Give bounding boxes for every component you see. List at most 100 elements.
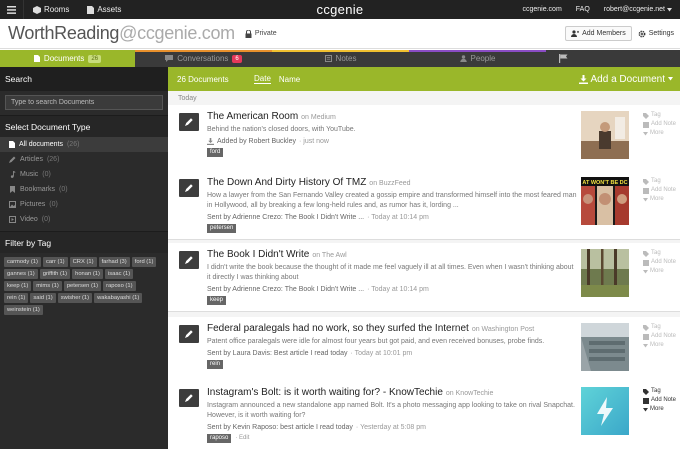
- tag-action[interactable]: Tag: [643, 387, 680, 396]
- tab-documents[interactable]: Documents 26: [0, 50, 135, 67]
- type-video[interactable]: Video (0): [0, 212, 168, 227]
- tag-chip[interactable]: honan (1): [72, 269, 103, 279]
- chevron-down-icon: [643, 343, 648, 347]
- pen-icon: [179, 251, 199, 269]
- sort-by-name[interactable]: Name: [279, 75, 300, 84]
- person-icon: [459, 55, 467, 62]
- type-bookmarks[interactable]: Bookmarks (0): [0, 182, 168, 197]
- add-note-action[interactable]: Add Note: [643, 396, 680, 405]
- flag-icon: [558, 54, 567, 63]
- chevron-down-icon: [667, 7, 672, 11]
- document-icon: [33, 55, 40, 62]
- document-card[interactable]: The Book I Didn't Write on The Awl I didn…: [168, 243, 680, 312]
- add-note-action[interactable]: Add Note: [643, 120, 680, 129]
- more-action[interactable]: More: [643, 195, 680, 204]
- pen-icon: [179, 325, 199, 343]
- type-pictures[interactable]: Pictures (0): [0, 197, 168, 212]
- tag-action-label: Tag: [651, 388, 661, 394]
- document-tag[interactable]: raposo: [207, 434, 232, 443]
- tab-notes[interactable]: Notes: [272, 50, 409, 67]
- document-title[interactable]: The Down And Dirty History Of TMZ: [207, 177, 366, 188]
- more-action[interactable]: More: [643, 129, 680, 138]
- tag-chip[interactable]: petersen (1): [63, 281, 102, 291]
- tag-action[interactable]: Tag: [643, 323, 680, 332]
- tag-action[interactable]: Tag: [643, 249, 680, 258]
- type-count: (0): [49, 201, 58, 208]
- add-document-button[interactable]: Add a Document: [578, 74, 680, 85]
- tag-chip[interactable]: weinstein (1): [4, 305, 43, 315]
- tag-chip[interactable]: carr (1): [42, 257, 68, 267]
- download-icon: [207, 138, 214, 145]
- settings-button[interactable]: Settings: [638, 30, 674, 38]
- tag-action[interactable]: Tag: [643, 111, 680, 120]
- tag-chip[interactable]: rein (1): [4, 293, 29, 303]
- document-thumbnail[interactable]: AT WON'T BE DC: [581, 177, 629, 225]
- document-card[interactable]: Instagram's Bolt: is it worth waiting fo…: [168, 381, 680, 449]
- type-label: Pictures: [20, 201, 46, 208]
- document-actions: Tag Add Note More: [643, 111, 680, 138]
- more-label: More: [650, 268, 664, 274]
- faq-link[interactable]: FAQ: [576, 6, 590, 13]
- tag-icon: [643, 324, 649, 331]
- document-title[interactable]: Instagram's Bolt: is it worth waiting fo…: [207, 387, 443, 398]
- document-title[interactable]: The American Room: [207, 111, 298, 122]
- document-card[interactable]: The American Room on Medium Behind the na…: [168, 105, 680, 174]
- sort-by-date[interactable]: Date: [254, 74, 271, 84]
- search-input[interactable]: [5, 95, 163, 110]
- document-tag[interactable]: keep: [207, 296, 227, 305]
- add-note-action[interactable]: Add Note: [643, 332, 680, 341]
- tag-chip[interactable]: mims (1): [33, 281, 62, 291]
- tag-chip[interactable]: carmody (1): [4, 257, 41, 267]
- type-articles[interactable]: Articles (26): [0, 152, 168, 167]
- document-meta: Added by Robert Buckley · just now: [207, 138, 577, 145]
- document-sender: Sent by Adrienne Crezo: The Book I Didn'…: [207, 286, 365, 293]
- add-members-button[interactable]: Add Members: [565, 26, 632, 41]
- more-label: More: [650, 196, 664, 202]
- menu-button[interactable]: [0, 0, 24, 19]
- tag-chip[interactable]: raposo (1): [103, 281, 136, 291]
- document-tag[interactable]: rein: [207, 360, 224, 369]
- edit-link[interactable]: · Edit: [235, 435, 249, 441]
- document-thumbnail[interactable]: [581, 111, 629, 159]
- site-link[interactable]: ccgenie.com: [522, 6, 561, 13]
- add-note-action[interactable]: Add Note: [643, 186, 680, 195]
- rooms-link[interactable]: Rooms: [24, 5, 78, 14]
- privacy-toggle[interactable]: Private: [245, 29, 277, 38]
- tag-chip[interactable]: farhad (3): [98, 257, 130, 267]
- document-title[interactable]: The Book I Didn't Write: [207, 249, 309, 260]
- search-box: [0, 91, 168, 115]
- add-note-label: Add Note: [651, 187, 677, 193]
- document-tag[interactable]: ford: [207, 148, 224, 157]
- tag-chip[interactable]: keep (1): [4, 281, 32, 291]
- tag-chip[interactable]: gannes (1): [4, 269, 38, 279]
- document-card[interactable]: Federal paralegals had no work, so they …: [168, 317, 680, 386]
- tag-chip[interactable]: swisher (1): [57, 293, 93, 303]
- type-music[interactable]: Music (0): [0, 167, 168, 182]
- tag-chip[interactable]: wakabayashi (1): [94, 293, 143, 303]
- more-action[interactable]: More: [643, 405, 680, 414]
- more-action[interactable]: More: [643, 341, 680, 350]
- tag-chip[interactable]: CRX (1): [69, 257, 97, 267]
- more-action[interactable]: More: [643, 267, 680, 276]
- tab-people[interactable]: People: [409, 50, 546, 67]
- flag-button[interactable]: [546, 50, 580, 67]
- document-time: · Today at 10:01 pm: [350, 350, 413, 357]
- tag-chip[interactable]: isaac (1): [104, 269, 134, 279]
- document-thumbnail[interactable]: [581, 323, 629, 371]
- tag-action[interactable]: Tag: [643, 177, 680, 186]
- assets-link[interactable]: Assets: [78, 5, 130, 14]
- tag-chip[interactable]: griffith (1): [39, 269, 71, 279]
- add-note-action[interactable]: Add Note: [643, 258, 680, 267]
- type-all-documents[interactable]: All documents (26): [0, 137, 168, 152]
- user-menu[interactable]: robert@ccgenie.net: [604, 6, 672, 13]
- document-tag[interactable]: petersen: [207, 224, 237, 233]
- document-thumbnail[interactable]: [581, 387, 629, 435]
- tab-conversations[interactable]: Conversations 6: [135, 50, 272, 67]
- tag-chip[interactable]: ford (1): [131, 257, 157, 267]
- document-title[interactable]: Federal paralegals had no work, so they …: [207, 323, 469, 334]
- chevron-down-icon: [643, 131, 648, 135]
- document-card[interactable]: The Down And Dirty History Of TMZ on Buzz…: [168, 171, 680, 240]
- tag-chip[interactable]: said (1): [30, 293, 56, 303]
- document-thumbnail[interactable]: [581, 249, 629, 297]
- tag-icon: [643, 112, 649, 119]
